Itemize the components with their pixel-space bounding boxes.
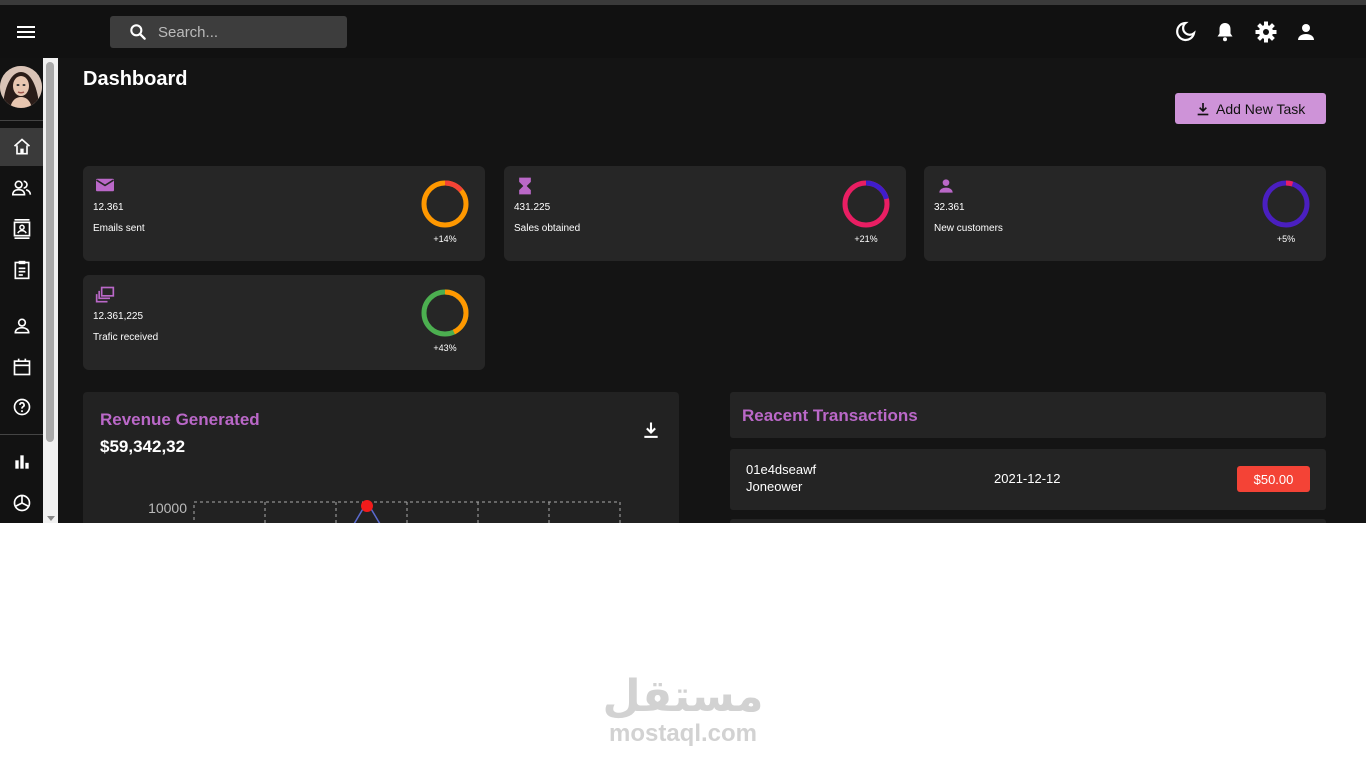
bar-chart-icon — [14, 455, 29, 469]
revenue-amount: $59,342,32 — [100, 437, 186, 456]
settings-gear-icon[interactable] — [1254, 20, 1278, 44]
add-new-task-button[interactable]: Add New Task — [1175, 93, 1326, 124]
transactions-title: Reacent Transactions — [742, 406, 918, 425]
clipboard-icon — [14, 260, 29, 280]
sidebar — [0, 58, 58, 523]
sidebar-item-faq[interactable] — [0, 388, 43, 426]
transaction-user: Joneower — [746, 479, 803, 494]
watermark-arabic: مستقل — [602, 671, 764, 722]
stat-value: 32.361 — [934, 202, 965, 213]
sidebar-item-invoices[interactable] — [0, 251, 43, 289]
watermark-latin: mostaql.com — [608, 720, 758, 747]
stat-percent: +21% — [854, 234, 878, 244]
download-icon[interactable] — [641, 420, 661, 445]
person-outline-icon — [13, 318, 30, 334]
traffic-icon — [94, 285, 116, 310]
stat-percent: +14% — [433, 234, 457, 244]
stat-card-emails: 12.361 Emails sent +14% — [83, 166, 485, 261]
y-tick-label: 10000 — [148, 500, 187, 516]
sidebar-item-calendar[interactable] — [0, 348, 43, 386]
pie-chart-icon — [13, 494, 30, 512]
revenue-line-chart: 10000 — [148, 500, 621, 523]
stat-value: 431.225 — [514, 202, 551, 213]
people-icon — [11, 180, 31, 196]
add-new-task-label: Add New Task — [1216, 100, 1306, 117]
notifications-bell-icon[interactable] — [1213, 20, 1237, 44]
revenue-panel: Revenue Generated $59,342,32 10000 — [83, 392, 679, 523]
transaction-amount-badge: $50.00 — [1237, 466, 1310, 492]
sidebar-item-contacts[interactable] — [0, 210, 43, 248]
sidebar-scrollbar[interactable] — [43, 58, 58, 523]
chart-point[interactable] — [361, 500, 373, 512]
chart-grid — [193, 501, 621, 523]
stat-label: Emails sent — [93, 223, 145, 234]
stat-percent: +5% — [1276, 234, 1296, 244]
search-box[interactable] — [110, 16, 347, 48]
chart-line-segment — [366, 501, 381, 523]
person-icon — [935, 176, 957, 201]
stat-value: 12.361,225 — [93, 311, 144, 322]
sidebar-item-home[interactable] — [0, 128, 43, 166]
scroll-down-arrow-icon[interactable] — [47, 516, 55, 521]
transaction-row[interactable] — [730, 519, 1326, 523]
transaction-date: 2021-12-12 — [994, 471, 1061, 486]
transaction-row[interactable]: 01e4dseawf Joneower 2021-12-12 $50.00 — [730, 449, 1326, 510]
page-title: Dashboard — [83, 68, 188, 90]
stat-value: 12.361 — [93, 202, 124, 213]
transaction-id: 01e4dseawf — [746, 462, 817, 477]
stat-label: Sales obtained — [514, 223, 581, 234]
stat-card-sales: 431.225 Sales obtained +21% — [504, 166, 906, 261]
download-icon — [1197, 102, 1209, 115]
sidebar-item-team[interactable] — [0, 169, 43, 207]
search-icon — [130, 24, 146, 40]
progress-ring — [842, 180, 890, 228]
chart-line-segment — [353, 501, 368, 523]
stat-percent: +43% — [433, 343, 457, 353]
dashboard-app: Dashboard Add New Task 12.361 Emails sen… — [0, 0, 1366, 523]
avatar[interactable] — [0, 66, 42, 108]
home-icon — [13, 138, 30, 155]
sidebar-item-bar-chart[interactable] — [0, 443, 43, 481]
calendar-icon — [13, 358, 30, 376]
sidebar-item-pie-chart[interactable] — [0, 484, 43, 522]
watermark: مستقل mostaql.com — [598, 672, 768, 748]
progress-ring — [1262, 180, 1310, 228]
search-input[interactable] — [158, 16, 338, 48]
progress-ring — [421, 289, 469, 337]
revenue-title: Revenue Generated — [100, 410, 260, 429]
dark-mode-moon-icon[interactable] — [1173, 20, 1197, 44]
progress-ring — [421, 180, 469, 228]
stat-card-traffic: 12.361,225 Trafic received +43% — [83, 275, 485, 370]
scrollbar-thumb[interactable] — [46, 62, 54, 442]
hourglass-icon — [515, 176, 535, 201]
user-profile-icon[interactable] — [1294, 20, 1318, 44]
sidebar-item-profile[interactable] — [0, 307, 43, 345]
mail-icon — [94, 176, 116, 199]
sidebar-divider — [0, 434, 43, 435]
sidebar-divider — [0, 120, 43, 121]
stat-card-customers: 32.361 New customers +5% — [924, 166, 1326, 261]
transactions-header: Reacent Transactions — [730, 392, 1326, 438]
help-circle-icon — [13, 398, 30, 416]
hamburger-menu-icon[interactable] — [14, 22, 38, 42]
stat-label: Trafic received — [93, 332, 159, 343]
contacts-icon — [13, 219, 30, 239]
stat-label: New customers — [934, 223, 1003, 234]
top-bar — [0, 5, 1366, 58]
ring-base — [1262, 180, 1310, 228]
